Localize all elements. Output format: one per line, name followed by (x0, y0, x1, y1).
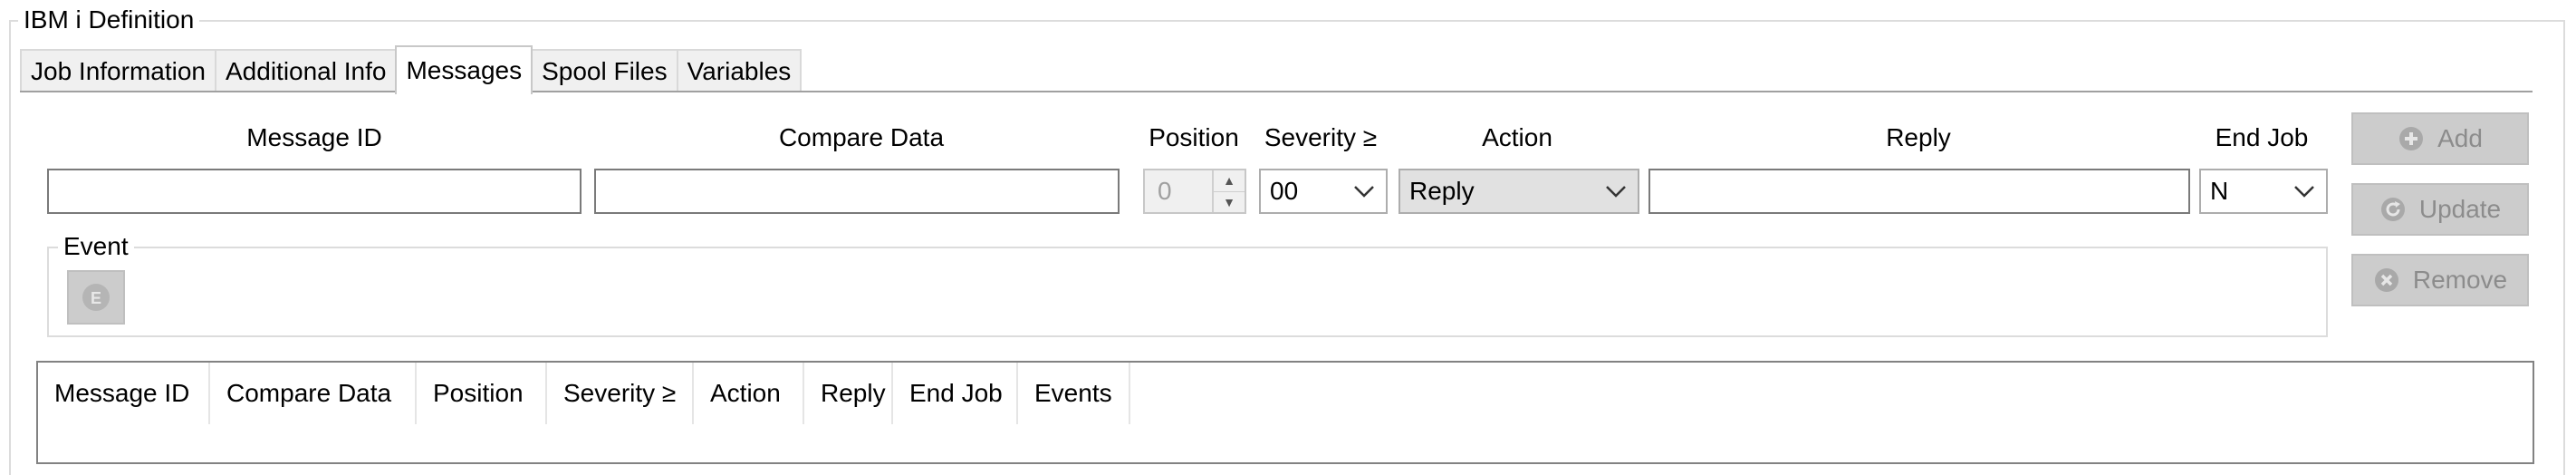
svg-text:E: E (91, 289, 101, 307)
compare-data-input[interactable] (594, 169, 1120, 214)
tab-job-information[interactable]: Job Information (20, 49, 216, 92)
plus-circle-icon (2399, 127, 2424, 150)
end-job-label: End Job (2215, 123, 2309, 151)
end-job-select[interactable]: N (2199, 169, 2328, 214)
action-value: Reply (1409, 177, 1475, 205)
tab-variables[interactable]: Variables (676, 49, 803, 92)
tab-spool-files[interactable]: Spool Files (531, 49, 678, 92)
add-button[interactable]: Add (2351, 112, 2529, 165)
severity-value: 00 (1270, 177, 1299, 205)
update-button[interactable]: Update (2351, 183, 2529, 236)
message-id-label: Message ID (246, 123, 382, 151)
spin-up-icon[interactable]: ▲ (1214, 170, 1245, 192)
action-select[interactable]: Reply (1399, 169, 1639, 214)
column-header-label: Reply (821, 379, 886, 407)
remove-button-label: Remove (2412, 266, 2508, 294)
event-group-title: Event (58, 232, 134, 261)
event-icon: E (82, 284, 110, 311)
chevron-down-icon (1342, 185, 1386, 198)
message-id-input[interactable] (47, 169, 582, 214)
column-header-label: Position (433, 379, 524, 407)
add-button-label: Add (2437, 124, 2483, 152)
tab-label: Spool Files (542, 57, 668, 85)
compare-data-label: Compare Data (778, 123, 945, 151)
tab-messages[interactable]: Messages (395, 45, 533, 94)
tab-label: Job Information (31, 57, 206, 85)
reply-input[interactable] (1648, 169, 2190, 214)
x-circle-icon (2374, 268, 2398, 292)
chevron-down-icon (2283, 185, 2326, 198)
position-spinner[interactable]: 0 ▲ ▼ (1143, 169, 1246, 214)
column-header-label: Severity ≥ (563, 379, 677, 407)
position-value: 0 (1158, 177, 1172, 205)
column-header-message-id[interactable]: Message ID (38, 363, 210, 424)
messages-table[interactable]: Message ID Compare Data Position Severit… (36, 361, 2534, 464)
action-label: Action (1482, 123, 1552, 151)
tab-label: Messages (406, 56, 523, 84)
column-header-label: Compare Data (226, 379, 392, 407)
column-header-compare-data[interactable]: Compare Data (210, 363, 417, 424)
update-button-label: Update (2418, 195, 2502, 223)
column-header-position[interactable]: Position (417, 363, 547, 424)
tab-additional-info[interactable]: Additional Info (215, 49, 398, 92)
column-header-label: Events (1034, 379, 1112, 407)
column-header-label: Action (710, 379, 781, 407)
tab-strip: Job Information Additional Info Messages… (20, 45, 803, 94)
tab-label: Additional Info (226, 57, 387, 85)
chevron-down-icon (1594, 185, 1638, 198)
spin-down-icon[interactable]: ▼ (1214, 192, 1245, 213)
column-header-severity[interactable]: Severity ≥ (547, 363, 694, 424)
event-group (47, 247, 2328, 337)
reply-label: Reply (1886, 123, 1951, 151)
column-header-label: Message ID (54, 379, 190, 407)
severity-label: Severity ≥ (1264, 123, 1378, 151)
column-header-action[interactable]: Action (694, 363, 804, 424)
column-header-events[interactable]: Events (1018, 363, 1130, 424)
remove-button[interactable]: Remove (2351, 254, 2529, 306)
column-header-reply[interactable]: Reply (804, 363, 893, 424)
column-header-end-job[interactable]: End Job (893, 363, 1018, 424)
group-title: IBM i Definition (18, 5, 200, 34)
event-button[interactable]: E (67, 270, 125, 325)
end-job-value: N (2210, 177, 2229, 205)
severity-select[interactable]: 00 (1259, 169, 1388, 214)
position-label: Position (1149, 123, 1239, 151)
column-header-label: End Job (909, 379, 1003, 407)
tab-label: Variables (687, 57, 792, 85)
spinner-buttons: ▲ ▼ (1212, 170, 1245, 212)
refresh-icon (2380, 198, 2405, 221)
